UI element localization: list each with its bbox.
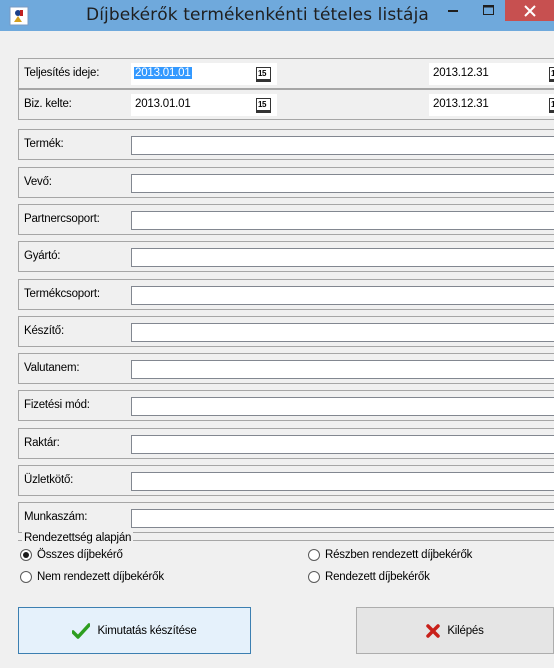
row-munkaszam: Munkaszám: — [18, 502, 554, 533]
row-biz-kelte: Biz. kelte: 2013.01.01 15 2013.12.31 15 — [18, 89, 554, 120]
row-gyarto: Gyártó: — [18, 241, 554, 272]
exit-button-label: Kilépés — [447, 624, 484, 637]
teljesites-ideje-label: Teljesítés ideje: — [24, 67, 100, 79]
checkmark-icon — [72, 622, 91, 639]
title-bar: Díjbekérők termékenkénti tételes listája — [0, 0, 554, 31]
row-uzletkoto: Üzletkötő: — [18, 465, 554, 496]
radio-osszes[interactable]: Összes díjbekérő — [20, 549, 123, 561]
red-x-icon — [426, 623, 441, 638]
teljesites-to-value: 2013.12.31 — [433, 67, 489, 79]
sort-group-legend: Rendezettség alapján — [22, 532, 134, 544]
uzletkoto-input[interactable] — [131, 472, 554, 491]
row-valutanem: Valutanem: — [18, 353, 554, 384]
gyarto-label: Gyártó: — [24, 250, 61, 262]
minimize-button[interactable] — [440, 0, 468, 21]
uzletkoto-label: Üzletkötő: — [24, 474, 74, 486]
partnercsoport-input[interactable] — [131, 211, 554, 230]
teljesites-from-field[interactable]: 2013.01.01 15 — [131, 63, 277, 85]
radio-reszben-rendezett[interactable]: Részben rendezett díjbekérők — [308, 549, 472, 561]
raktar-label: Raktár: — [24, 437, 60, 449]
termekcsoport-input[interactable] — [131, 286, 554, 305]
calendar-icon[interactable]: 15 — [256, 67, 271, 82]
radio-rendezett[interactable]: Rendezett díjbekérők — [308, 571, 430, 583]
row-raktar: Raktár: — [18, 428, 554, 459]
fizetesi-mod-input[interactable] — [131, 397, 554, 416]
munkaszam-input[interactable] — [131, 509, 554, 528]
vevo-label: Vevő: — [24, 176, 52, 188]
window-title: Díjbekérők termékenkénti tételes listája — [86, 5, 429, 25]
form-client-area: Teljesítés ideje: 2013.01.01 15 2013.12.… — [0, 31, 554, 668]
biz-kelte-to-field[interactable]: 2013.12.31 15 — [429, 94, 554, 116]
row-keszito: Készítő: — [18, 316, 554, 347]
report-button-label: Kimutatás készítése — [97, 624, 197, 637]
row-partnercsoport: Partnercsoport: — [18, 204, 554, 235]
termekcsoport-label: Termékcsoport: — [24, 288, 100, 300]
keszito-label: Készítő: — [24, 325, 64, 337]
biz-kelte-from-field[interactable]: 2013.01.01 15 — [131, 94, 277, 116]
radio-osszes-label: Összes díjbekérő — [37, 549, 123, 561]
radio-reszben-rendezett-indicator — [308, 549, 320, 561]
raktar-input[interactable] — [131, 435, 554, 454]
calendar-icon[interactable]: 15 — [256, 98, 271, 113]
biz-kelte-to-value: 2013.12.31 — [433, 98, 489, 110]
vevo-input[interactable] — [131, 174, 554, 193]
row-teljesites-ideje: Teljesítés ideje: 2013.01.01 15 2013.12.… — [18, 58, 554, 89]
termek-input[interactable] — [131, 136, 554, 155]
sort-group: Rendezettség alapján Összes díjbekérő Ré… — [18, 532, 554, 600]
radio-reszben-rendezett-label: Részben rendezett díjbekérők — [325, 549, 473, 561]
valutanem-label: Valutanem: — [24, 362, 80, 374]
close-button[interactable] — [505, 0, 554, 21]
maximize-button[interactable] — [475, 0, 503, 21]
radio-rendezett-indicator — [308, 571, 320, 583]
row-termek: Termék: — [18, 129, 554, 160]
teljesites-from-value: 2013.01.01 — [134, 67, 192, 79]
report-button[interactable]: Kimutatás készítése — [18, 607, 251, 654]
app-icon[interactable] — [9, 6, 29, 26]
radio-osszes-indicator — [20, 549, 32, 561]
calendar-icon-digits: 15 — [258, 69, 266, 78]
row-fizetesi-mod: Fizetési mód: — [18, 390, 554, 421]
biz-kelte-from-value: 2013.01.01 — [135, 98, 191, 110]
teljesites-to-field[interactable]: 2013.12.31 15 — [429, 63, 554, 85]
radio-rendezett-label: Rendezett díjbekérők — [325, 571, 430, 583]
radio-nem-rendezett-indicator — [20, 571, 32, 583]
valutanem-input[interactable] — [131, 360, 554, 379]
row-termekcsoport: Termékcsoport: — [18, 279, 554, 310]
radio-nem-rendezett-label: Nem rendezett díjbekérők — [37, 571, 164, 583]
termek-label: Termék: — [24, 138, 64, 150]
calendar-icon-digits: 15 — [258, 100, 266, 109]
calendar-icon[interactable]: 15 — [549, 67, 554, 82]
exit-button[interactable]: Kilépés — [356, 607, 554, 654]
munkaszam-label: Munkaszám: — [24, 511, 88, 523]
gyarto-input[interactable] — [131, 248, 554, 267]
partnercsoport-label: Partnercsoport: — [24, 213, 100, 225]
keszito-input[interactable] — [131, 323, 554, 342]
fizetesi-mod-label: Fizetési mód: — [24, 399, 90, 411]
row-vevo: Vevő: — [18, 167, 554, 198]
calendar-icon[interactable]: 15 — [549, 98, 554, 113]
biz-kelte-label: Biz. kelte: — [24, 98, 72, 110]
radio-nem-rendezett[interactable]: Nem rendezett díjbekérők — [20, 571, 164, 583]
